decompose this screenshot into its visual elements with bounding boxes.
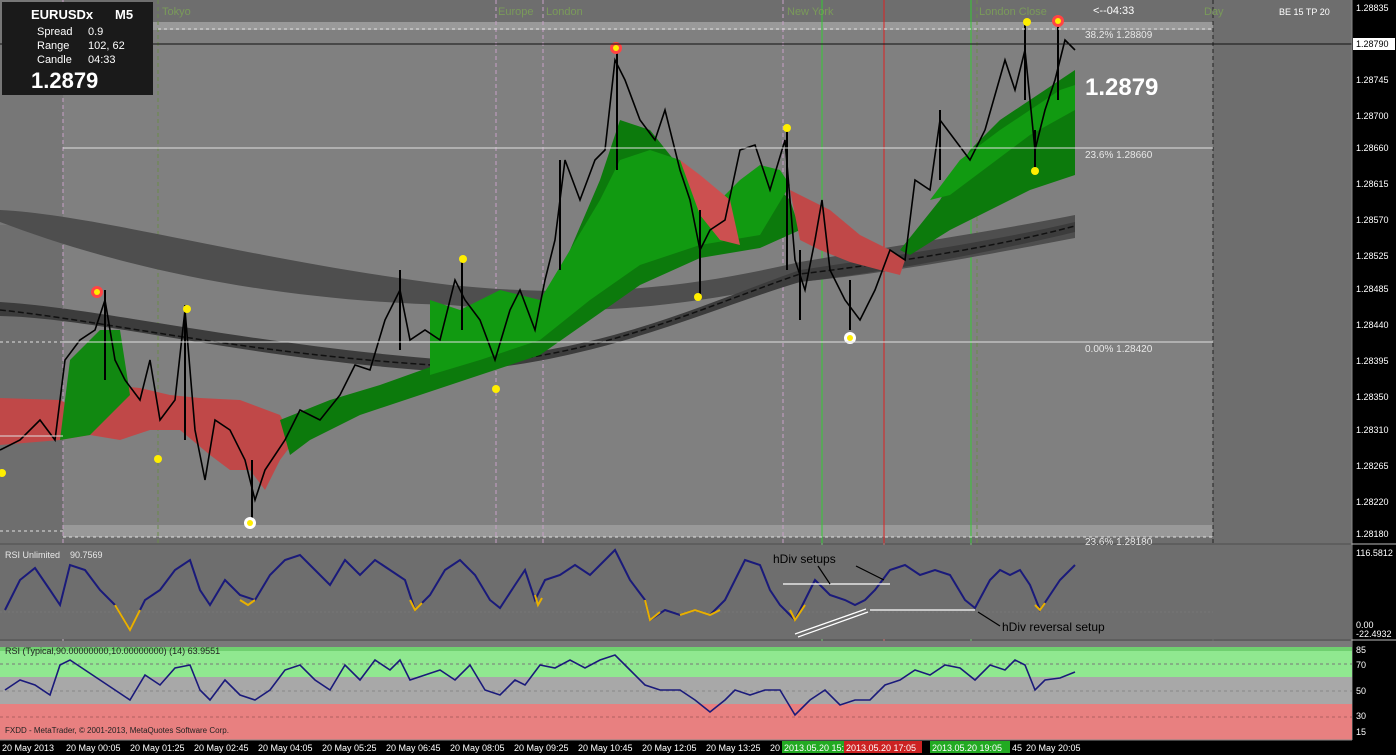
countdown-label: <--04:33	[1093, 5, 1134, 17]
time-tick: 20 May 12:05	[642, 743, 697, 753]
rsi-unlimited-pane[interactable]: RSI Unlimited 90.7569 hDiv setups hDiv r…	[0, 543, 1396, 639]
time-highlight-green-1-text: 2013.05.20 15:55	[784, 743, 854, 753]
rsi1-title: RSI Unlimited	[5, 550, 60, 560]
time-tick: 20 May 01:25	[130, 743, 185, 753]
time-axis[interactable]: 20 May 2013 20 May 00:05 20 May 01:25 20…	[0, 739, 1396, 755]
price-tick: 1.28180	[1356, 529, 1389, 539]
price-tick: 1.28350	[1356, 392, 1389, 402]
time-tick: 20 May 10:45	[578, 743, 633, 753]
price-axis[interactable]: 1.28835 1.28745 1.28700 1.28660 1.28615 …	[1351, 0, 1396, 755]
session-label-london: London	[546, 6, 583, 18]
price-tick: 1.28700	[1356, 111, 1389, 121]
price-tick: 1.28265	[1356, 461, 1389, 471]
rsi-typical-pane[interactable]: RSI (Typical,90.00000000,10.00000000) (1…	[0, 639, 1396, 740]
time-tick: 20 May 2013	[2, 743, 54, 753]
price-tick: 1.28570	[1356, 215, 1389, 225]
rsi2-level-85: 85	[1356, 645, 1366, 655]
price-tick: 1.28615	[1356, 179, 1389, 189]
range-box-bottom	[63, 525, 1213, 537]
be-tp-label: BE 15 TP 20	[1279, 7, 1330, 17]
time-highlight-red-text: 2013.05.20 17:05	[846, 743, 916, 753]
rsi2-level-15: 15	[1356, 727, 1366, 737]
info-candle-label: Candle	[37, 54, 72, 66]
info-spread-label: Spread	[37, 26, 72, 38]
current-price-marker-text: 1.28790	[1356, 39, 1389, 49]
info-candle-value: 04:33	[88, 54, 116, 66]
price-tick: 1.28745	[1356, 75, 1389, 85]
rsi2-level-70: 70	[1356, 660, 1366, 670]
time-tick: 20 May 05:25	[322, 743, 377, 753]
rsi1-value: 90.7569	[70, 550, 103, 560]
session-label-europe: Europe	[498, 6, 533, 18]
hdiv-setups-label: hDiv setups	[773, 552, 836, 566]
price-tick: 1.28440	[1356, 320, 1389, 330]
time-tick: 20 May 06:45	[386, 743, 441, 753]
info-timeframe: M5	[115, 7, 133, 22]
price-tick: 1.28220	[1356, 497, 1389, 507]
price-tick: 1.28310	[1356, 425, 1389, 435]
price-tick: 1.28835	[1356, 3, 1389, 13]
info-symbol: EURUSDx	[31, 7, 94, 22]
info-box: EURUSDx M5 Spread 0.9 Range 102, 62 Cand…	[2, 2, 153, 95]
info-range-value: 102, 62	[88, 40, 125, 52]
time-tick: 45	[1012, 743, 1022, 753]
fib-label-382: 38.2% 1.28809	[1085, 30, 1153, 41]
time-highlight-green-2-text: 2013.05.20 19:05	[932, 743, 1002, 753]
big-price-label: 1.2879	[1085, 74, 1158, 101]
rsi1-axis-bottom: -22.4932	[1356, 629, 1392, 639]
rsi2-level-50: 50	[1356, 686, 1366, 696]
copyright-label: FXDD - MetaTrader, © 2001-2013, MetaQuot…	[5, 726, 229, 735]
chart-canvas[interactable]: Tokyo Europe London New York London Clos…	[0, 0, 1396, 755]
price-tick: 1.28485	[1356, 284, 1389, 294]
session-label-new-york: New York	[787, 6, 834, 18]
hdiv-reversal-label: hDiv reversal setup	[1002, 620, 1105, 634]
price-tick: 1.28525	[1356, 251, 1389, 261]
fib-label-000: 0.00% 1.28420	[1085, 344, 1153, 355]
time-tick: 20 May 04:05	[258, 743, 313, 753]
info-spread-value: 0.9	[88, 26, 103, 38]
time-tick: 20 May 13:25	[706, 743, 761, 753]
time-tick: 20 May 02:45	[194, 743, 249, 753]
time-tick: 20 May 20:05	[1026, 743, 1081, 753]
time-tick: 20 May 00:05	[66, 743, 121, 753]
session-label-london-close: London Close	[979, 6, 1047, 18]
session-label-day: Day	[1204, 6, 1224, 18]
time-tick: 20 May 09:25	[514, 743, 569, 753]
rsi2-level-30: 30	[1356, 711, 1366, 721]
info-price: 1.2879	[31, 68, 98, 93]
price-tick: 1.28395	[1356, 356, 1389, 366]
fib-label-236: 23.6% 1.28660	[1085, 150, 1153, 161]
rsi2-title: RSI (Typical,90.00000000,10.00000000) (1…	[5, 646, 220, 656]
price-tick: 1.28660	[1356, 143, 1389, 153]
info-range-label: Range	[37, 40, 69, 52]
time-tick: 20 May 08:05	[450, 743, 505, 753]
time-tick: 20	[770, 743, 780, 753]
session-label-tokyo: Tokyo	[162, 6, 191, 18]
rsi1-axis-top: 116.5812	[1356, 548, 1393, 558]
